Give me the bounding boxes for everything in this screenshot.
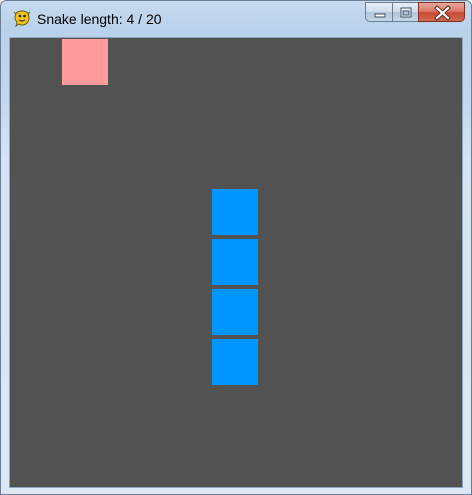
window-controls	[365, 2, 465, 23]
food-cell	[62, 39, 108, 85]
window-title: Snake length: 4 / 20	[37, 11, 162, 27]
minimize-icon	[374, 13, 386, 18]
close-button[interactable]	[418, 2, 465, 22]
snake-body-cell	[212, 239, 258, 285]
pygame-snake-icon	[13, 10, 31, 28]
title-bar[interactable]: Snake length: 4 / 20	[1, 1, 471, 37]
snake-body-cell	[212, 289, 258, 335]
maximize-button[interactable]	[392, 2, 418, 22]
game-window: Snake length: 4 / 20	[0, 0, 472, 495]
snake-head-cell	[212, 189, 258, 235]
game-canvas[interactable]	[9, 37, 463, 488]
close-icon	[434, 5, 451, 21]
snake-body-cell	[212, 339, 258, 385]
minimize-button[interactable]	[365, 2, 392, 22]
game-board	[12, 39, 462, 489]
maximize-icon	[400, 7, 412, 18]
